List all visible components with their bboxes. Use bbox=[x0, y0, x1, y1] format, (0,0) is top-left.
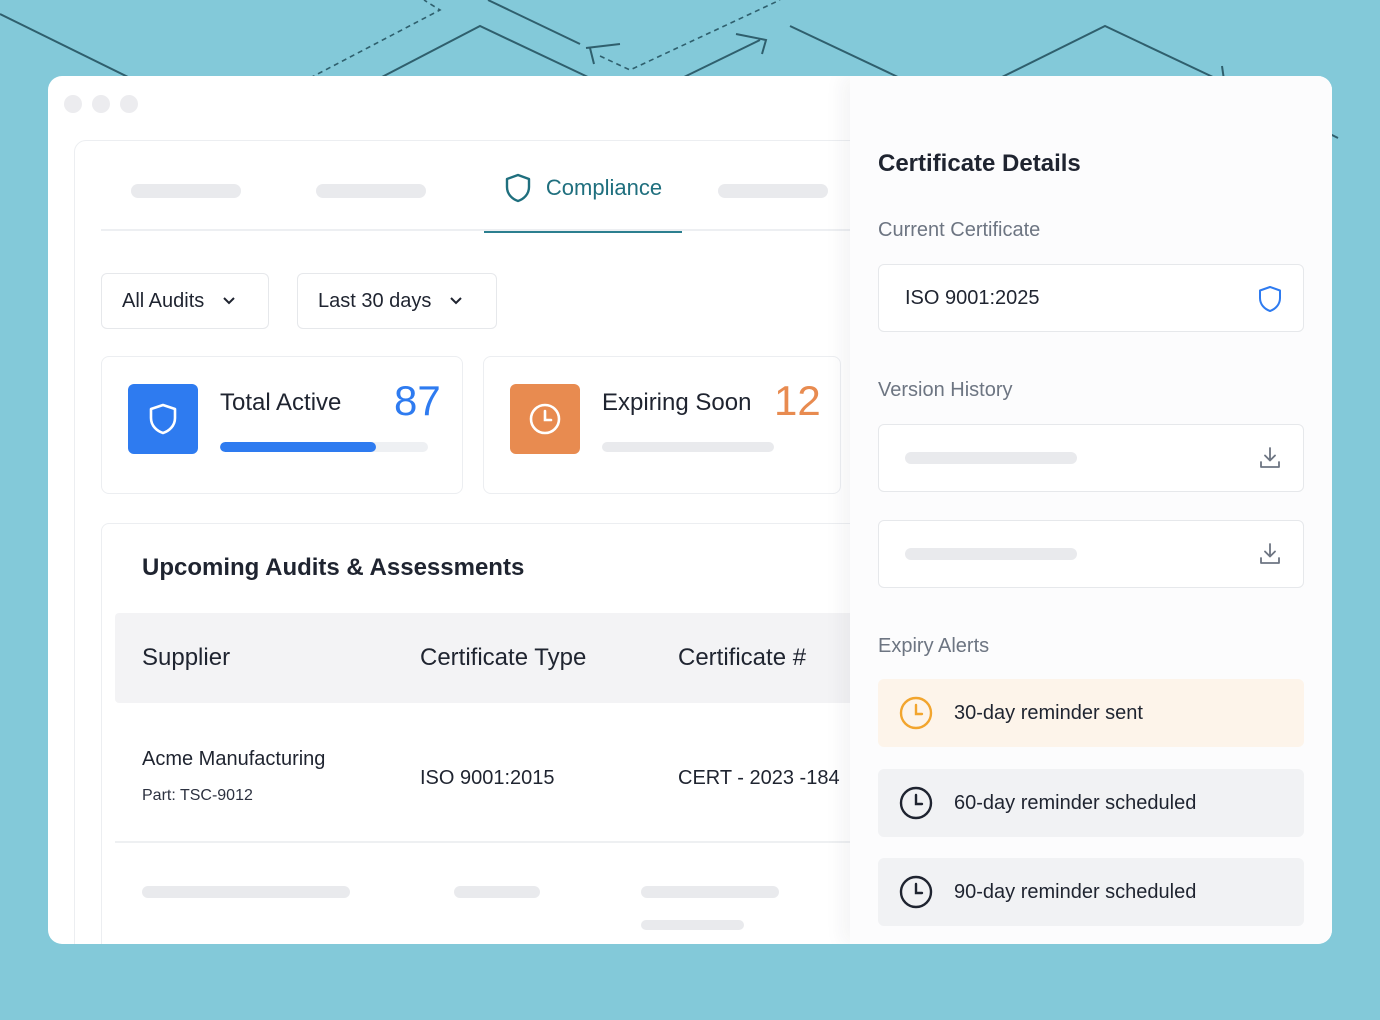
panel-title: Certificate Details bbox=[878, 150, 1081, 177]
stat-label: Total Active bbox=[220, 389, 342, 416]
column-header-certificate-type[interactable]: Certificate Type bbox=[420, 644, 586, 672]
chevron-down-icon bbox=[223, 297, 235, 305]
alert-item-scheduled[interactable]: 60-day reminder scheduled bbox=[878, 769, 1304, 837]
shield-icon bbox=[505, 173, 531, 203]
window-controls bbox=[64, 95, 138, 113]
stat-value: 87 bbox=[394, 377, 441, 424]
clock-icon bbox=[899, 696, 933, 730]
stat-card-expiring-soon[interactable]: Expiring Soon 12 bbox=[483, 356, 841, 494]
supplier-part: Part: TSC-9012 bbox=[142, 787, 253, 804]
window-dot-close[interactable] bbox=[64, 95, 82, 113]
alert-text: 30-day reminder sent bbox=[954, 701, 1143, 724]
column-header-supplier[interactable]: Supplier bbox=[142, 644, 230, 672]
placeholder-bar bbox=[905, 548, 1077, 560]
expiry-alerts-label: Expiry Alerts bbox=[878, 635, 990, 657]
version-history-label: Version History bbox=[878, 379, 1013, 401]
certificate-type-cell: ISO 9001:2015 bbox=[420, 767, 555, 789]
stat-card-total-active[interactable]: Total Active 87 bbox=[101, 356, 463, 494]
current-certificate-field[interactable]: ISO 9001:2025 bbox=[878, 264, 1304, 332]
stat-icon-box bbox=[510, 384, 580, 454]
app-window: Compliance All Audits Last 30 days Total… bbox=[48, 76, 1332, 944]
tab-placeholder[interactable] bbox=[131, 184, 241, 198]
placeholder-bar bbox=[905, 452, 1077, 464]
clock-icon bbox=[899, 786, 933, 820]
tab-compliance-label: Compliance bbox=[545, 175, 663, 200]
current-certificate-label: Current Certificate bbox=[878, 219, 1041, 241]
stat-value: 12 bbox=[774, 377, 821, 424]
alert-text: 60-day reminder scheduled bbox=[954, 791, 1197, 814]
download-icon[interactable] bbox=[1257, 541, 1283, 567]
placeholder-bar bbox=[602, 442, 774, 452]
audit-filter-dropdown[interactable]: All Audits bbox=[101, 273, 269, 329]
audits-table-card: Upcoming Audits & Assessments Supplier C… bbox=[101, 523, 902, 944]
version-history-item[interactable] bbox=[878, 520, 1304, 588]
version-history-item[interactable] bbox=[878, 424, 1304, 492]
shield-icon bbox=[1259, 286, 1281, 312]
supplier-name: Acme Manufacturing bbox=[142, 748, 326, 770]
window-dot-maximize[interactable] bbox=[120, 95, 138, 113]
section-title: Upcoming Audits & Assessments bbox=[142, 554, 525, 581]
stat-icon-box bbox=[128, 384, 198, 454]
alert-item-scheduled[interactable]: 90-day reminder scheduled bbox=[878, 858, 1304, 926]
progress-bar-fill bbox=[220, 442, 376, 452]
table-header: Supplier Certificate Type Certificate # bbox=[115, 613, 902, 703]
tab-placeholder[interactable] bbox=[718, 184, 828, 198]
tab-bar: Compliance bbox=[101, 141, 875, 233]
certificate-details-panel: Certificate Details Current Certificate … bbox=[850, 76, 1332, 944]
progress-bar bbox=[220, 442, 428, 452]
clock-icon bbox=[529, 403, 561, 435]
certificate-number-cell: CERT - 2023 -184 bbox=[678, 767, 840, 789]
current-certificate-value: ISO 9001:2025 bbox=[905, 287, 1040, 309]
audit-filter-value: All Audits bbox=[122, 289, 205, 312]
main-panel: Compliance All Audits Last 30 days Total… bbox=[74, 140, 902, 944]
stat-label: Expiring Soon bbox=[602, 389, 752, 416]
date-filter-value: Last 30 days bbox=[318, 289, 432, 312]
window-dot-minimize[interactable] bbox=[92, 95, 110, 113]
date-filter-dropdown[interactable]: Last 30 days bbox=[297, 273, 497, 329]
alert-item-sent[interactable]: 30-day reminder sent bbox=[878, 679, 1304, 747]
alert-text: 90-day reminder scheduled bbox=[954, 880, 1197, 903]
chevron-down-icon bbox=[450, 297, 463, 305]
download-icon[interactable] bbox=[1257, 445, 1283, 471]
clock-icon bbox=[899, 875, 933, 909]
table-row[interactable]: Acme Manufacturing Part: TSC-9012 ISO 90… bbox=[115, 703, 902, 843]
tab-compliance[interactable]: Compliance bbox=[484, 141, 682, 233]
shield-icon bbox=[149, 403, 177, 435]
tab-placeholder[interactable] bbox=[316, 184, 426, 198]
column-header-certificate-number[interactable]: Certificate # bbox=[678, 644, 806, 672]
